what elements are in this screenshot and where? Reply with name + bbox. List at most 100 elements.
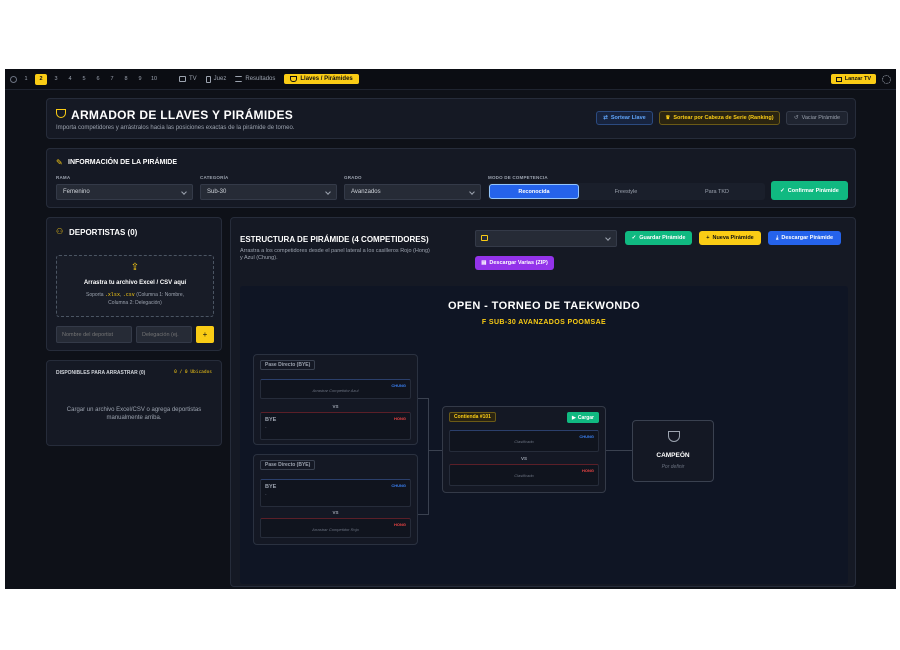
trophy-icon: ♛ [665,115,671,121]
page-subtitle: Importa competidores y arrástralos hacia… [56,125,295,131]
match-101: Contienda #101 ▶ Cargar CHUNG Clasificado… [442,406,606,493]
nav-tv[interactable]: TV [179,76,197,82]
check-icon: ✓ [780,187,785,194]
chevron-down-icon [325,189,331,195]
rama-value: Femenino [63,189,90,195]
nav-resultados[interactable]: Resultados [235,76,275,82]
sortear-llave-button[interactable]: ⇄ Sortear Llave [596,111,653,125]
ring-5-button[interactable]: 5 [79,74,89,84]
cargar-button[interactable]: ▶ Cargar [567,412,599,423]
red-slot[interactable]: HONG Clasificado [449,464,599,486]
launch-tv-button[interactable]: Lanzar TV [830,74,876,84]
dropzone-title: Arrastra tu archivo Excel / CSV aquí [83,280,187,286]
empty-message: Cargar un archivo Excel/CSV o agrega dep… [47,406,221,422]
ring-7-button[interactable]: 7 [107,74,117,84]
categoria-label: CATEGORÍA [200,175,229,180]
trophy-icon [290,76,298,82]
connector-line [428,450,442,451]
info-panel: ✎ INFORMACIÓN DE LA PIRÁMIDE RAMA Femeni… [46,148,856,208]
guardar-piramide-label: Guardar Pirámide [639,235,686,241]
saved-pyramid-select[interactable] [475,230,617,247]
monitor-icon [179,76,186,82]
slot-delegation: - [265,425,267,430]
support-prefix: Soporta [86,292,104,298]
slot-name: BYE [265,417,277,423]
bracket-subtitle: F SUB-30 AVANZADOS POOMSAE [481,319,607,326]
chevron-down-icon [181,189,187,195]
list-icon [235,76,243,82]
settings-gear-icon[interactable] [882,74,891,84]
slot-placeholder: Arrastrar Competidor Rojo [312,527,359,532]
red-slot[interactable]: HONG Arrastrar Competidor Rojo [260,518,411,538]
connector-line [428,398,429,515]
blue-slot[interactable]: CHUNG Clasificado [449,430,599,452]
nav-llaves[interactable]: Llaves / Pirámides [284,74,359,84]
support-line2: Columna 2: Delegación) [108,300,162,306]
plus-icon: + [706,235,710,241]
bracket-title: OPEN - TORNEO DE TAEKWONDO [447,300,641,312]
nueva-piramide-button[interactable]: + Nueva Pirámide [699,231,761,245]
chung-tag: CHUNG [391,483,406,488]
file-icon: ▤ [481,260,487,266]
trophy-icon [668,431,680,442]
phone-icon [205,75,211,83]
ring-6-button[interactable]: 6 [93,74,103,84]
pencil-icon: ✎ [56,158,63,167]
trophy-icon [56,109,66,118]
ring-3-button[interactable]: 3 [51,74,61,84]
chevron-down-icon [469,189,475,195]
red-slot[interactable]: HONG BYE - [260,412,411,440]
rama-label: RAMA [56,175,71,180]
nav-juez[interactable]: Juez [205,75,226,83]
rama-select[interactable]: Femenino [56,184,193,200]
structure-subtitle-line2: y Azul (Chung). [240,255,278,261]
descargar-zip-label: Descargar Varias (ZIP) [489,260,548,266]
ring-10-button[interactable]: 10 [149,74,159,84]
guardar-piramide-button[interactable]: ✓ Guardar Pirámide [625,231,692,245]
grado-value: Avanzados [351,189,381,195]
info-title: INFORMACIÓN DE LA PIRÁMIDE [68,159,178,166]
sortear-cabeza-serie-button[interactable]: ♛ Sortear por Cabeza de Serie (Ranking) [659,111,780,125]
blue-slot[interactable]: CHUNG Arrastrar Competidor Azul [260,379,411,399]
reset-icon: ↺ [793,115,799,121]
bracket-canvas: OPEN - TORNEO DE TAEKWONDO F SUB-30 AVAN… [240,286,848,584]
add-athlete-button[interactable]: + [196,326,214,343]
categoria-select[interactable]: Sub-30 [200,184,337,200]
header-panel: ARMADOR DE LLAVES Y PIRÁMIDES Importa co… [46,98,856,139]
ring-2-button[interactable]: 2 [35,73,47,85]
vs-label: VS [520,456,527,461]
modo-toggle: Reconocida Freestyle Para TKD [488,183,765,200]
structure-subtitle: Arrastra a los competidores desde el pan… [240,248,430,262]
vs-label: VS [332,404,339,409]
champion-sub: Por definir [661,464,685,470]
play-icon: ▶ [572,414,576,421]
nav-resultados-label: Resultados [245,76,276,82]
descargar-piramide-button[interactable]: ⤓ Descargar Pirámide [768,231,841,245]
mode-paratkd-button[interactable]: Para TKD [672,184,762,199]
ring-9-button[interactable]: 9 [135,74,145,84]
mode-freestyle-button[interactable]: Freestyle [581,184,671,199]
grado-select[interactable]: Avanzados [344,184,481,200]
delegation-input[interactable] [136,326,192,343]
confirm-piramide-label: Confirmar Pirámide [787,187,839,194]
confirm-piramide-button[interactable]: ✓ Confirmar Pirámide [771,181,848,200]
file-dropzone[interactable]: ⇪ Arrastra tu archivo Excel / CSV aquí S… [56,255,214,317]
folder-icon [481,235,488,241]
ring-8-button[interactable]: 8 [121,74,131,84]
vaciar-piramide-button[interactable]: ↺ Vaciar Pirámide [786,111,848,125]
ring-1-button[interactable]: 1 [21,74,31,84]
sortear-cabeza-serie-label: Sortear por Cabeza de Serie (Ranking) [673,115,774,121]
deportistas-panel: ⚇ DEPORTISTAS (0) ⇪ Arrastra tu archivo … [46,217,222,351]
descargar-zip-button[interactable]: ▤ Descargar Varias (ZIP) [475,256,554,270]
ring-4-button[interactable]: 4 [65,74,75,84]
nueva-piramide-label: Nueva Pirámide [712,235,754,241]
blue-slot[interactable]: CHUNG BYE - [260,479,411,507]
structure-subtitle-line1: Arrastra a los competidores desde el pan… [240,248,430,254]
athlete-name-input[interactable] [56,326,132,343]
shuffle-icon: ⇄ [603,115,608,121]
page-title: ARMADOR DE LLAVES Y PIRÁMIDES [71,108,294,122]
nav-tv-label: TV [189,76,197,82]
mode-reconocida-button[interactable]: Reconocida [489,184,579,199]
grado-label: GRADO [344,175,362,180]
match-bye-2: Pase Directo (BYE) CHUNG BYE - VS HONG A… [253,454,418,545]
